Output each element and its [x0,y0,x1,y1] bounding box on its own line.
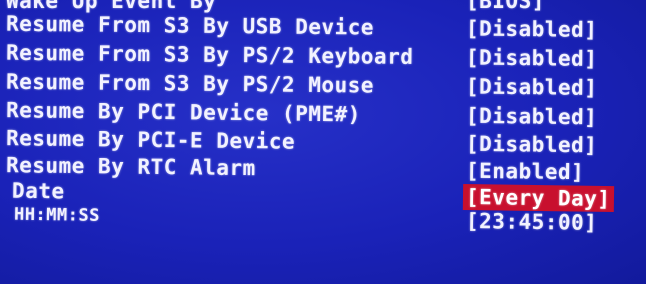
setting-value[interactable]: [Disabled] [463,131,601,159]
setting-label: Resume From S3 By PS/2 Keyboard [5,40,414,69]
setting-row-resume-ps2-mouse[interactable]: Resume From S3 By PS/2 Mouse [Disabled] [0,69,646,102]
setting-row-resume-usb[interactable]: Resume From S3 By USB Device [Disabled] [0,11,646,44]
setting-label: Resume From S3 By USB Device [5,11,375,40]
setting-label: Resume By PCI Device (PME#) [5,98,362,127]
setting-value[interactable]: [Disabled] [463,73,601,100]
setting-value[interactable]: [Disabled] [463,15,601,42]
setting-value[interactable]: [Disabled] [463,44,601,71]
setting-value[interactable]: [Enabled] [463,158,588,186]
setting-value[interactable]: [23:45:00] [463,208,601,236]
setting-label: Resume By RTC Alarm [5,153,256,181]
bios-screen: Wake Up Event By [BIOS] Resume From S3 B… [0,0,646,284]
setting-label: Resume From S3 By PS/2 Mouse [5,69,375,98]
setting-row-resume-ps2-keyboard[interactable]: Resume From S3 By PS/2 Keyboard [Disable… [0,40,646,73]
setting-label: HH:MM:SS [13,204,101,226]
setting-label: Resume By PCI-E Device [5,126,296,154]
setting-label: Date [11,178,65,204]
setting-value[interactable]: [Disabled] [463,103,601,131]
setting-value[interactable]: [BIOS] [463,0,548,14]
